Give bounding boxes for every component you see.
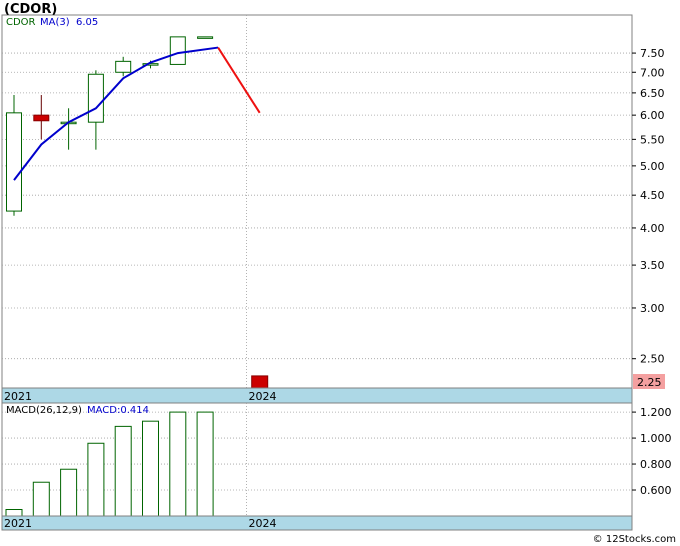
price-tick-label: 6.00 <box>640 109 665 122</box>
macd-bar <box>87 442 105 517</box>
candle-body <box>251 375 269 389</box>
legend-symbol: CDOR <box>6 17 36 28</box>
price-panel: 7.50 7.00 6.50 6.00 5.50 5.00 4.50 4.00 3.50 3.00… <box>1 14 665 404</box>
candle-body <box>115 60 132 73</box>
macd-bar <box>169 411 187 517</box>
price-tick-label: 2.50 <box>640 353 665 366</box>
macd-tick-label: 0.600 <box>640 484 672 497</box>
macd-bar <box>60 468 78 517</box>
price-candle <box>197 36 214 39</box>
macd-bar <box>114 425 132 517</box>
legend-ma-value: 6.05 <box>76 17 98 28</box>
candle-body <box>169 36 186 65</box>
macd-x-axis-band <box>1 515 633 531</box>
price-tick-label: 5.50 <box>640 133 665 146</box>
macd-bar <box>5 509 23 517</box>
price-x-axis-band <box>1 387 633 404</box>
last-price-label: 2.25 <box>637 376 662 389</box>
price-candle <box>6 95 22 216</box>
price-tick-label: 7.50 <box>640 47 665 60</box>
price-x-label: 2021 <box>4 390 32 403</box>
footer-credit: © 12Stocks.com <box>593 534 676 545</box>
price-candle <box>251 375 269 389</box>
price-tick-label: 4.00 <box>640 222 665 235</box>
macd-legend-label: MACD(26,12,9) <box>6 405 82 416</box>
price-tick-label: 3.00 <box>640 302 665 315</box>
macd-bar <box>196 411 214 517</box>
price-tick-label: 4.50 <box>640 189 665 202</box>
price-candle <box>169 36 186 65</box>
macd-bar <box>142 420 159 517</box>
price-plot-frame <box>1 14 633 389</box>
price-tick-label: 5.00 <box>640 160 665 173</box>
price-tick-label: 7.00 <box>640 66 665 79</box>
stock-chart: 7.50 7.00 6.50 6.00 5.50 5.00 4.50 4.00 3.50 3.00… <box>1 2 676 545</box>
macd-x-label: 2021 <box>4 517 32 530</box>
macd-tick-label: 0.800 <box>640 458 672 471</box>
candle-body <box>33 114 50 122</box>
macd-bar <box>32 481 50 517</box>
macd-tick-label: 1.200 <box>640 406 672 419</box>
candle-body <box>6 112 22 212</box>
price-tick-label: 6.50 <box>640 87 665 100</box>
price-x-label: 2024 <box>249 390 277 403</box>
legend-ma-label: MA(3) <box>40 17 70 28</box>
price-tick-label: 3.50 <box>640 259 665 272</box>
chart-title: (CDOR) <box>4 2 57 17</box>
macd-x-label: 2024 <box>249 517 277 530</box>
candle-body <box>197 36 214 39</box>
macd-panel: 1.200 1.000 0.800 0.600 MACD(26,12,9) MACD:0.… <box>1 402 672 531</box>
macd-tick-label: 1.000 <box>640 432 672 445</box>
candle-body <box>87 73 104 123</box>
macd-legend-value: MACD:0.414 <box>87 405 149 416</box>
